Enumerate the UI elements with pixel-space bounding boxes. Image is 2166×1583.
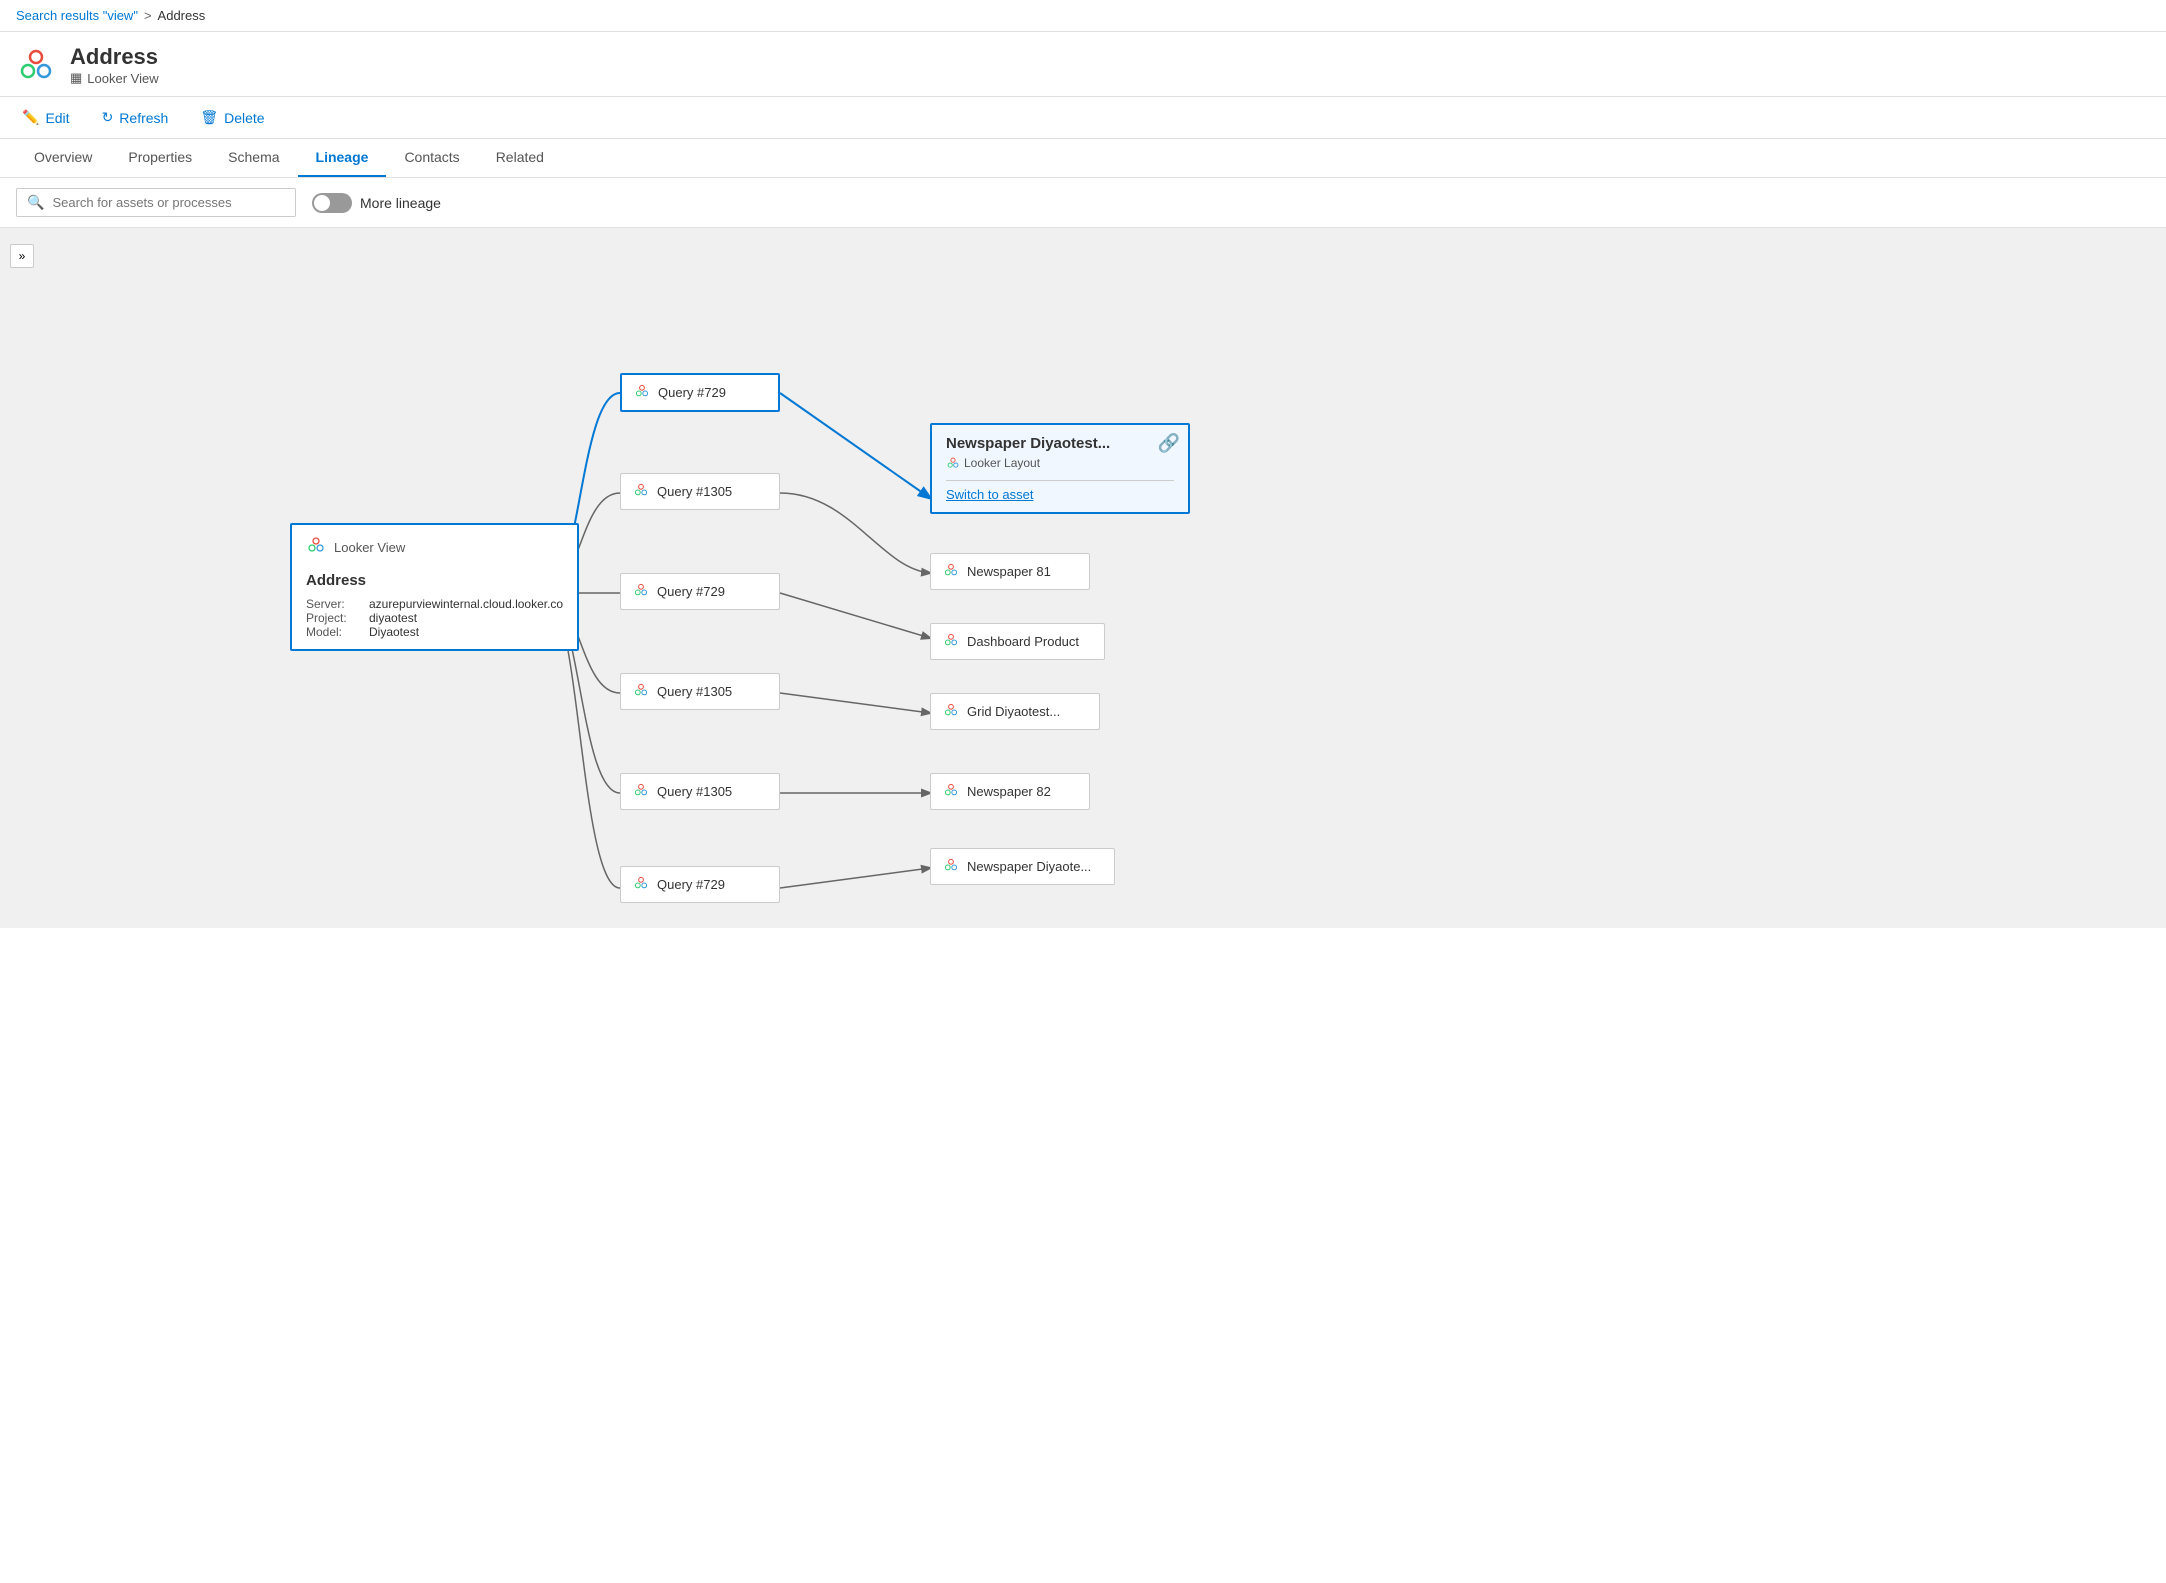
toggle-switch[interactable] bbox=[312, 193, 352, 213]
delete-button[interactable]: 🗑 Delete bbox=[194, 105, 270, 130]
result-node-3[interactable]: Grid Diyaotest... bbox=[930, 693, 1100, 730]
lineage-canvas: » bbox=[0, 228, 2166, 928]
result-icon-3 bbox=[943, 702, 959, 721]
query-label-6: Query #729 bbox=[657, 877, 725, 892]
search-icon: 🔍 bbox=[27, 194, 44, 211]
app-logo bbox=[16, 45, 56, 85]
popup-node[interactable]: 🔗 Newspaper Diyaotest... Looker Layout S… bbox=[930, 423, 1190, 514]
query-node-2[interactable]: Query #1305 bbox=[620, 473, 780, 510]
page-subtitle: ▦ Looker View bbox=[70, 70, 159, 86]
popup-subtitle: Looker Layout bbox=[946, 456, 1040, 470]
refresh-button[interactable]: ↻ Refresh bbox=[96, 105, 175, 130]
model-value: Diyaotest bbox=[369, 625, 419, 639]
lineage-toolbar: 🔍 More lineage bbox=[0, 178, 2166, 228]
table-icon: ▦ bbox=[70, 70, 82, 86]
result-icon-5 bbox=[943, 857, 959, 876]
result-label-4: Newspaper 82 bbox=[967, 784, 1051, 799]
server-label: Server: bbox=[306, 597, 361, 611]
query-icon-1 bbox=[634, 383, 650, 402]
result-icon-2 bbox=[943, 632, 959, 651]
search-input[interactable] bbox=[52, 195, 285, 210]
breadcrumb: Search results "view" > Address bbox=[0, 0, 2166, 32]
result-label-3: Grid Diyaotest... bbox=[967, 704, 1060, 719]
result-node-2[interactable]: Dashboard Product bbox=[930, 623, 1105, 660]
breadcrumb-current: Address bbox=[158, 8, 206, 23]
result-icon-1 bbox=[943, 562, 959, 581]
result-node-1[interactable]: Newspaper 81 bbox=[930, 553, 1090, 590]
query-node-5[interactable]: Query #1305 bbox=[620, 773, 780, 810]
result-icon-4 bbox=[943, 782, 959, 801]
breadcrumb-link[interactable]: Search results "view" bbox=[16, 8, 138, 23]
refresh-icon: ↻ bbox=[102, 109, 114, 126]
model-label: Model: bbox=[306, 625, 361, 639]
switch-to-asset-link[interactable]: Switch to asset bbox=[946, 487, 1033, 502]
result-label-5: Newspaper Diyaote... bbox=[967, 859, 1091, 874]
query-icon-3 bbox=[633, 582, 649, 601]
tab-overview[interactable]: Overview bbox=[16, 139, 110, 177]
search-box: 🔍 bbox=[16, 188, 296, 217]
collapse-button[interactable]: » bbox=[10, 244, 34, 268]
query-label-5: Query #1305 bbox=[657, 784, 732, 799]
query-label-2: Query #1305 bbox=[657, 484, 732, 499]
project-label: Project: bbox=[306, 611, 361, 625]
source-node[interactable]: Looker View Address Server: azurepurview… bbox=[290, 523, 579, 651]
query-icon-4 bbox=[633, 682, 649, 701]
more-lineage-toggle: More lineage bbox=[312, 193, 441, 213]
query-node-1[interactable]: Query #729 bbox=[620, 373, 780, 412]
looker-view-icon bbox=[306, 535, 326, 560]
delete-icon: 🗑 bbox=[200, 109, 218, 126]
result-node-5[interactable]: Newspaper Diyaote... bbox=[930, 848, 1115, 885]
page-title: Address bbox=[70, 44, 159, 70]
tab-contacts[interactable]: Contacts bbox=[386, 139, 477, 177]
tab-lineage[interactable]: Lineage bbox=[298, 139, 387, 177]
query-node-3[interactable]: Query #729 bbox=[620, 573, 780, 610]
tab-bar: Overview Properties Schema Lineage Conta… bbox=[0, 139, 2166, 178]
query-icon-6 bbox=[633, 875, 649, 894]
tab-properties[interactable]: Properties bbox=[110, 139, 210, 177]
source-node-title: Address bbox=[306, 572, 366, 589]
query-label-1: Query #729 bbox=[658, 385, 726, 400]
query-icon-5 bbox=[633, 782, 649, 801]
breadcrumb-separator: > bbox=[144, 8, 152, 23]
query-node-6[interactable]: Query #729 bbox=[620, 866, 780, 903]
project-value: diyaotest bbox=[369, 611, 417, 625]
more-lineage-label: More lineage bbox=[360, 195, 441, 211]
link-icon[interactable]: 🔗 bbox=[1158, 433, 1180, 454]
toolbar: ✏️ Edit ↻ Refresh 🗑 Delete bbox=[0, 97, 2166, 139]
popup-title: Newspaper Diyaotest... bbox=[946, 435, 1110, 452]
query-label-4: Query #1305 bbox=[657, 684, 732, 699]
result-label-1: Newspaper 81 bbox=[967, 564, 1051, 579]
page-header: Address ▦ Looker View bbox=[0, 32, 2166, 97]
query-label-3: Query #729 bbox=[657, 584, 725, 599]
source-node-header: Looker View bbox=[306, 535, 405, 560]
source-node-type: Looker View bbox=[334, 540, 405, 555]
tab-related[interactable]: Related bbox=[478, 139, 562, 177]
tab-schema[interactable]: Schema bbox=[210, 139, 297, 177]
result-label-2: Dashboard Product bbox=[967, 634, 1079, 649]
edit-button[interactable]: ✏️ Edit bbox=[16, 105, 76, 130]
server-value: azurepurviewinternal.cloud.looker.co bbox=[369, 597, 563, 611]
query-icon-2 bbox=[633, 482, 649, 501]
popup-subtitle-text: Looker Layout bbox=[964, 456, 1040, 470]
query-node-4[interactable]: Query #1305 bbox=[620, 673, 780, 710]
source-node-meta: Server: azurepurviewinternal.cloud.looke… bbox=[306, 597, 563, 639]
result-node-4[interactable]: Newspaper 82 bbox=[930, 773, 1090, 810]
header-info: Address ▦ Looker View bbox=[70, 44, 159, 86]
edit-icon: ✏️ bbox=[22, 109, 39, 126]
